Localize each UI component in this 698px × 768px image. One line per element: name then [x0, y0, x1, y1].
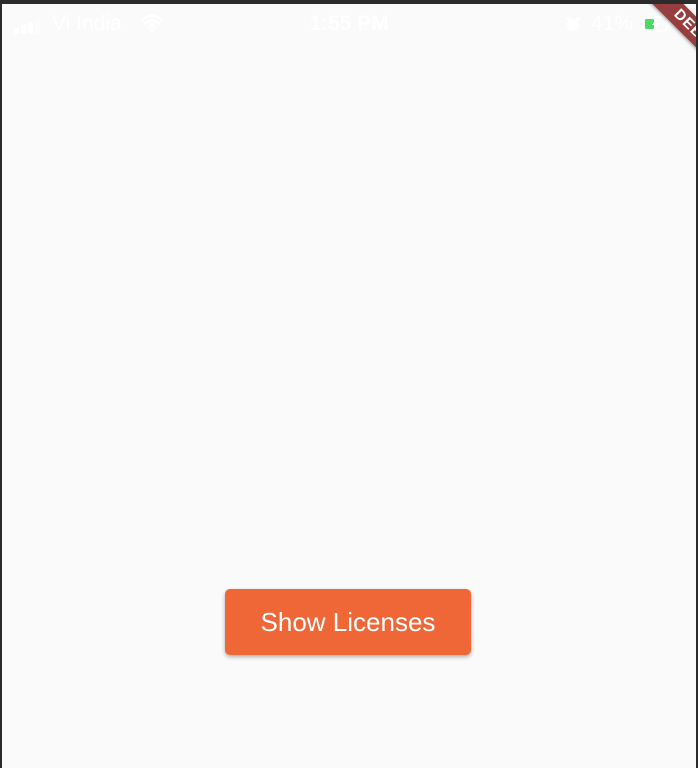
show-licenses-button[interactable]: Show Licenses: [225, 589, 471, 655]
battery-percent: 41%: [591, 12, 634, 35]
app-screen: Vi India 1:55 PM 41% DEBUG Show Licenses: [2, 4, 696, 768]
device-frame: Vi India 1:55 PM 41% DEBUG Show Licenses: [0, 0, 698, 768]
status-bar: Vi India 1:55 PM 41%: [2, 4, 696, 44]
alarm-icon: [566, 17, 580, 31]
